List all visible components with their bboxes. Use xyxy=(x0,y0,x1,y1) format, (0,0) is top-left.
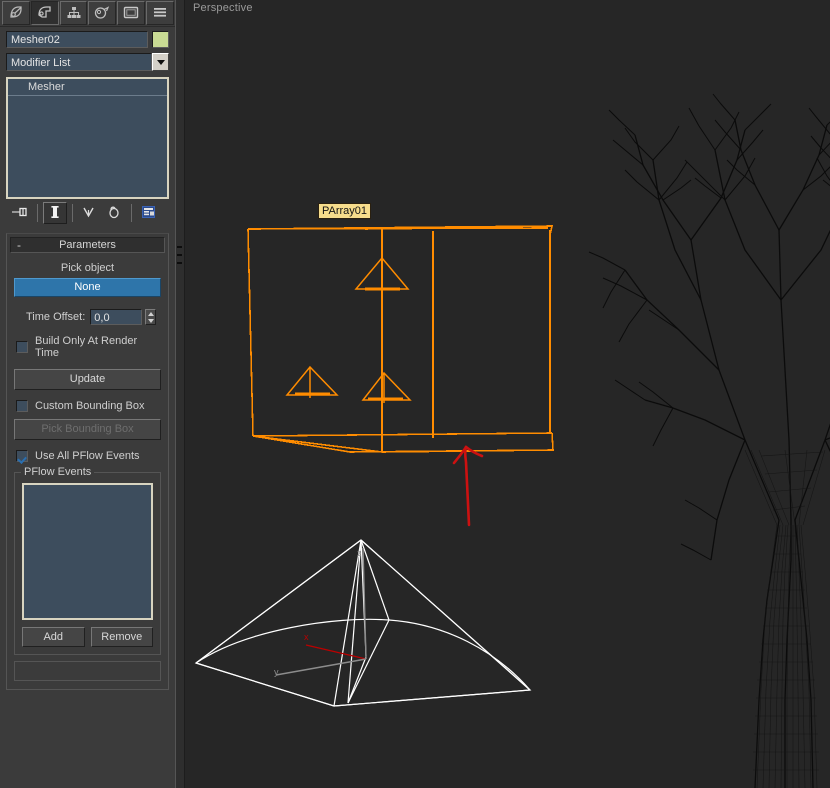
toolbar-separator xyxy=(37,204,38,222)
axis-label-z: z xyxy=(357,548,362,558)
pin-stack-icon xyxy=(10,204,30,223)
tab-utilities[interactable] xyxy=(146,1,174,25)
show-end-result-icon xyxy=(48,204,62,223)
object-label-parray01[interactable]: PArray01 xyxy=(318,203,371,219)
display-icon xyxy=(122,4,140,22)
rollout-title: Parameters xyxy=(11,239,164,251)
object-name-row: Mesher02 xyxy=(0,27,175,50)
remove-modifier-icon xyxy=(106,204,122,223)
pick-bounding-box-button[interactable]: Pick Bounding Box xyxy=(14,419,161,440)
command-panel: Mesher02 Modifier List Mesher xyxy=(0,0,175,788)
make-unique-icon xyxy=(81,204,99,223)
show-end-result-button[interactable] xyxy=(43,202,67,224)
modifier-list-row: Modifier List xyxy=(0,50,175,75)
modifier-stack-toolbar xyxy=(0,199,175,227)
custom-bounding-box-checkbox[interactable] xyxy=(16,400,28,412)
custom-bounding-box-label: Custom Bounding Box xyxy=(35,400,144,412)
hierarchy-icon xyxy=(65,4,83,22)
toolbar-separator xyxy=(131,204,132,222)
build-only-at-render-time-checkbox[interactable] xyxy=(16,341,28,353)
pflow-events-group-title: PFlow Events xyxy=(21,466,94,478)
tab-hierarchy[interactable] xyxy=(60,1,88,25)
tab-create[interactable] xyxy=(2,1,30,25)
configure-sets-icon xyxy=(140,204,158,223)
rollout-collapse-glyph: - xyxy=(17,238,21,252)
update-button[interactable]: Update xyxy=(14,369,161,390)
add-button[interactable]: Add xyxy=(22,627,85,647)
motion-icon xyxy=(93,4,111,22)
build-only-at-render-time-row[interactable]: Build Only At Render Time xyxy=(16,335,161,359)
panel-footer-strip xyxy=(14,661,161,681)
create-icon xyxy=(7,4,25,22)
spinner-up-icon[interactable] xyxy=(148,312,154,316)
object-color-swatch[interactable] xyxy=(152,31,169,48)
pick-object-button[interactable]: None xyxy=(14,278,161,297)
perspective-viewport[interactable]: Perspective xyxy=(185,0,830,788)
toolbar-separator xyxy=(72,204,73,222)
utilities-icon xyxy=(151,4,169,22)
remove-button[interactable]: Remove xyxy=(91,627,154,647)
modify-icon xyxy=(36,4,54,22)
time-offset-spinner[interactable] xyxy=(145,309,156,325)
use-all-pflow-events-label: Use All PFlow Events xyxy=(35,450,140,462)
make-unique-button[interactable] xyxy=(78,202,102,224)
chevron-down-icon[interactable] xyxy=(152,53,169,71)
cone-gizmo-wireframe[interactable]: x y z xyxy=(185,0,830,788)
spinner-down-icon[interactable] xyxy=(148,319,154,323)
tab-modify[interactable] xyxy=(31,1,59,25)
modifier-stack-item[interactable]: Mesher xyxy=(8,79,167,96)
build-only-at-render-time-label: Build Only At Render Time xyxy=(35,335,161,359)
pin-stack-button[interactable] xyxy=(8,202,32,224)
modifier-list-dropdown[interactable]: Modifier List xyxy=(6,53,152,71)
remove-modifier-button[interactable] xyxy=(102,202,126,224)
pflow-events-group: PFlow Events Add Remove xyxy=(14,472,161,655)
modifier-stack-list[interactable]: Mesher xyxy=(6,77,169,199)
time-offset-label: Time Offset: xyxy=(26,311,85,323)
pick-object-label: Pick object xyxy=(7,262,168,274)
parameters-rollout: - Parameters Pick object None Time Offse… xyxy=(6,233,169,690)
command-panel-tab-bar xyxy=(0,0,175,27)
time-offset-input[interactable]: 0,0 xyxy=(90,309,142,325)
application-window: Mesher02 Modifier List Mesher xyxy=(0,0,830,788)
pflow-events-buttons: Add Remove xyxy=(22,627,153,647)
configure-modifier-sets-button[interactable] xyxy=(137,202,161,224)
pflow-events-list[interactable] xyxy=(22,483,153,620)
use-all-pflow-events-checkbox[interactable] xyxy=(16,450,28,462)
object-name-field[interactable]: Mesher02 xyxy=(6,31,148,48)
command-panel-scrollbar[interactable] xyxy=(175,0,185,788)
tab-motion[interactable] xyxy=(88,1,116,25)
custom-bounding-box-row[interactable]: Custom Bounding Box xyxy=(16,400,161,412)
axis-label-y: y xyxy=(274,667,279,677)
tab-display[interactable] xyxy=(117,1,145,25)
time-offset-row: Time Offset: 0,0 xyxy=(14,309,161,325)
axis-label-x: x xyxy=(304,632,309,642)
rollout-header[interactable]: - Parameters xyxy=(10,237,165,253)
use-all-pflow-events-row[interactable]: Use All PFlow Events xyxy=(16,450,161,462)
